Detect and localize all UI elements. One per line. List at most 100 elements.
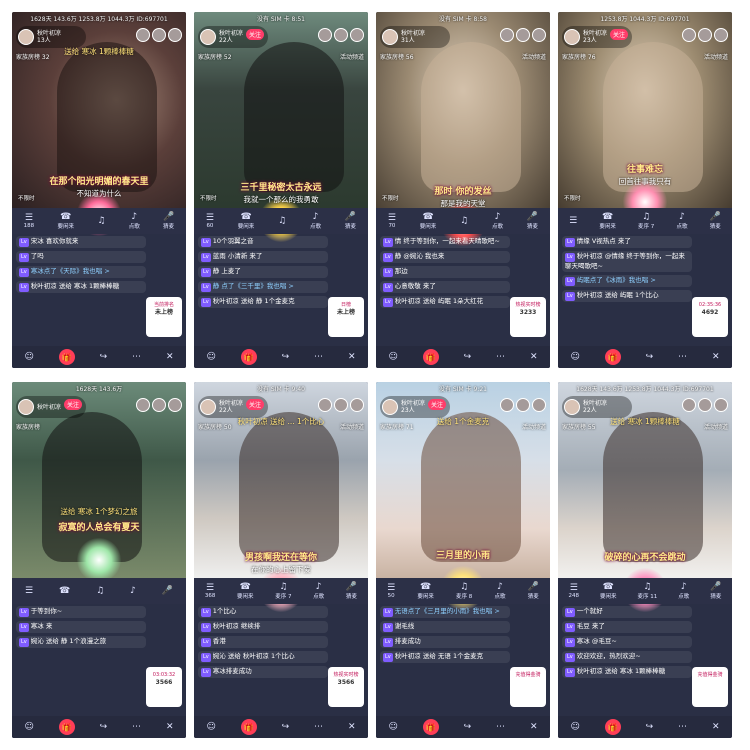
audience-avatars[interactable] xyxy=(136,398,182,412)
guess-button[interactable]: 🎤 猜麦 xyxy=(527,212,538,230)
chat-message[interactable]: Lv 香港 xyxy=(198,636,328,648)
queue-button[interactable]: ♫ xyxy=(96,586,104,596)
audience-avatar[interactable] xyxy=(682,398,696,412)
song-request-button[interactable]: ♪ 点歌 xyxy=(313,582,324,600)
share-icon[interactable]: ↪ xyxy=(464,352,472,362)
streamer-card[interactable]: 秋叶初凉 22人 xyxy=(562,396,632,418)
invite-button[interactable]: ☎ 要闲来 xyxy=(237,582,254,600)
rank-card[interactable]: 03:03:32 3566 xyxy=(146,667,182,707)
queue-button[interactable]: ♫ 麦序 11 xyxy=(638,582,658,600)
guess-button[interactable]: 🎤 猜麦 xyxy=(346,582,357,600)
avatar[interactable] xyxy=(382,29,398,45)
close-icon[interactable]: ✕ xyxy=(712,352,720,362)
audience-avatar[interactable] xyxy=(516,398,530,412)
guess-button[interactable]: 🎤 猜麦 xyxy=(710,212,721,230)
audience-avatar[interactable] xyxy=(714,28,728,42)
streamer-card[interactable]: 秋叶初凉 22人 关注 xyxy=(198,396,268,418)
more-icon[interactable]: ⋯ xyxy=(496,722,505,732)
avatar[interactable] xyxy=(18,29,34,45)
chat-message[interactable]: Lv 寒冰点了《天际》我也唱 > xyxy=(16,266,146,278)
song-request-button[interactable]: ♪ 点歌 xyxy=(494,582,505,600)
streamer-card[interactable]: 秋叶初凉 31人 xyxy=(380,26,450,48)
chat-message[interactable]: Lv 秋叶初凉 送给 屿眠 1个比心 xyxy=(562,290,692,302)
chat-message[interactable]: Lv 秋叶初凉 继续排 xyxy=(198,621,328,633)
audience-avatar[interactable] xyxy=(500,398,514,412)
guess-button[interactable]: 🎤 猜麦 xyxy=(345,212,356,230)
chat-message[interactable]: Lv 10个羽翼之音 xyxy=(198,236,328,248)
rank-card[interactable]: 02:35:36 4692 xyxy=(692,297,728,337)
chat-message[interactable]: Lv 秋叶初凉 送给 无语 1个金麦克 xyxy=(380,651,510,663)
audience-avatar[interactable] xyxy=(136,398,150,412)
rank-card[interactable]: 充值得金骑 xyxy=(692,667,728,707)
chat-message[interactable]: Lv 秋叶初凉 送给 静 1个金麦克 xyxy=(198,296,328,308)
more-icon[interactable]: ⋯ xyxy=(678,722,687,732)
queue-button[interactable]: ♫ 麦序 7 xyxy=(638,212,654,230)
smile-icon[interactable]: ☺ xyxy=(570,352,579,362)
queue-button[interactable]: ♫ xyxy=(97,216,105,226)
chat-message[interactable]: Lv 蓝雨 小清新 来了 xyxy=(198,251,328,263)
chat-message[interactable]: Lv 寒冰 @毛豆~ xyxy=(562,636,692,648)
song-request-button[interactable]: ♪ 点歌 xyxy=(678,582,689,600)
gift-icon[interactable]: 🎁 xyxy=(240,349,257,365)
activity-channel[interactable]: 活动频道 xyxy=(704,52,728,61)
audience-avatars[interactable] xyxy=(318,398,364,412)
chat-message[interactable]: Lv 静 上麦了 xyxy=(198,266,328,278)
rank-card[interactable]: 当前排名 未上榜 xyxy=(146,297,182,337)
more-icon[interactable]: ⋯ xyxy=(132,722,141,732)
chat-message[interactable]: Lv 了吗 xyxy=(16,251,146,263)
chat-message[interactable]: Lv 心意敬敬 来了 xyxy=(380,281,510,293)
chat-message[interactable]: Lv 婉沁 送给 秋叶初凉 1个比心 xyxy=(198,651,328,663)
close-icon[interactable]: ✕ xyxy=(530,722,538,732)
chat-message[interactable]: Lv 情 终于等到你，一起来看天晴歌吧~ xyxy=(380,236,510,248)
gift-icon[interactable]: 🎁 xyxy=(58,719,75,735)
activity-channel[interactable]: 活动频道 xyxy=(522,52,546,61)
family-rank[interactable]: 家族房榜 52 xyxy=(198,52,232,61)
song-request-button[interactable]: ♪ 点歌 xyxy=(492,212,503,230)
guess-button[interactable]: 🎤 猜麦 xyxy=(710,582,721,600)
audience-avatar[interactable] xyxy=(682,28,696,42)
smile-icon[interactable]: ☺ xyxy=(206,352,215,362)
smile-icon[interactable]: ☺ xyxy=(24,352,33,362)
audience-avatars[interactable] xyxy=(682,28,728,42)
chat-message[interactable]: Lv 秋叶初凉 送给 寒冰 1颗棒棒糖 xyxy=(562,666,692,678)
smile-icon[interactable]: ☺ xyxy=(388,722,397,732)
song-request-button[interactable]: ♪ 点歌 xyxy=(310,212,321,230)
song-request-button[interactable]: ♪ 点歌 xyxy=(129,212,140,230)
smile-icon[interactable]: ☺ xyxy=(570,722,579,732)
audience-avatars[interactable] xyxy=(500,398,546,412)
audience-avatar[interactable] xyxy=(318,28,332,42)
mic-seat[interactable]: ☰ 60 xyxy=(206,213,214,229)
audience-avatar[interactable] xyxy=(714,398,728,412)
family-rank[interactable]: 家族房榜 xyxy=(16,422,40,431)
activity-channel[interactable]: 活动频道 xyxy=(340,52,364,61)
share-icon[interactable]: ↪ xyxy=(646,352,654,362)
chat-message[interactable]: Lv 静 点了《三千里》我也唱 > xyxy=(198,281,328,293)
more-icon[interactable]: ⋯ xyxy=(314,352,323,362)
invite-button[interactable]: ☎ 要闲来 xyxy=(599,212,616,230)
gift-icon[interactable]: 🎁 xyxy=(422,349,439,365)
mic-seat[interactable]: ☰ 248 xyxy=(569,583,580,599)
chat-message[interactable]: Lv 谢毛线 xyxy=(380,621,510,633)
audience-avatars[interactable] xyxy=(318,28,364,42)
audience-avatar[interactable] xyxy=(350,28,364,42)
chat-message[interactable]: Lv 于等到你~ xyxy=(16,606,146,618)
streamer-card[interactable]: 秋叶初凉 关注 xyxy=(16,396,86,418)
invite-button[interactable]: ☎ 要闲来 xyxy=(600,582,617,600)
avatar[interactable] xyxy=(564,399,580,415)
mic-seat[interactable]: ☰ 50 xyxy=(387,583,395,599)
avatar[interactable] xyxy=(18,399,34,415)
avatar[interactable] xyxy=(382,399,398,415)
mic-seat[interactable]: ☰ 368 xyxy=(205,583,216,599)
chat-message[interactable]: Lv 排麦成功 xyxy=(380,636,510,648)
family-rank[interactable]: 家族房榜 56 xyxy=(380,52,414,61)
guess-button[interactable]: 🎤 xyxy=(162,586,173,596)
streamer-card[interactable]: 秋叶初凉 23人 关注 xyxy=(380,396,450,418)
chat-message[interactable]: Lv 情缘 V视热点 来了 xyxy=(562,236,692,248)
mic-seat[interactable]: ☰ xyxy=(569,216,577,226)
mic-seat[interactable]: ☰ 188 xyxy=(24,213,35,229)
audience-avatars[interactable] xyxy=(500,28,546,42)
chat-message[interactable]: Lv 寒冰 来 xyxy=(16,621,146,633)
close-icon[interactable]: ✕ xyxy=(166,352,174,362)
mic-seat[interactable]: ☰ 70 xyxy=(388,213,396,229)
share-icon[interactable]: ↪ xyxy=(464,722,472,732)
